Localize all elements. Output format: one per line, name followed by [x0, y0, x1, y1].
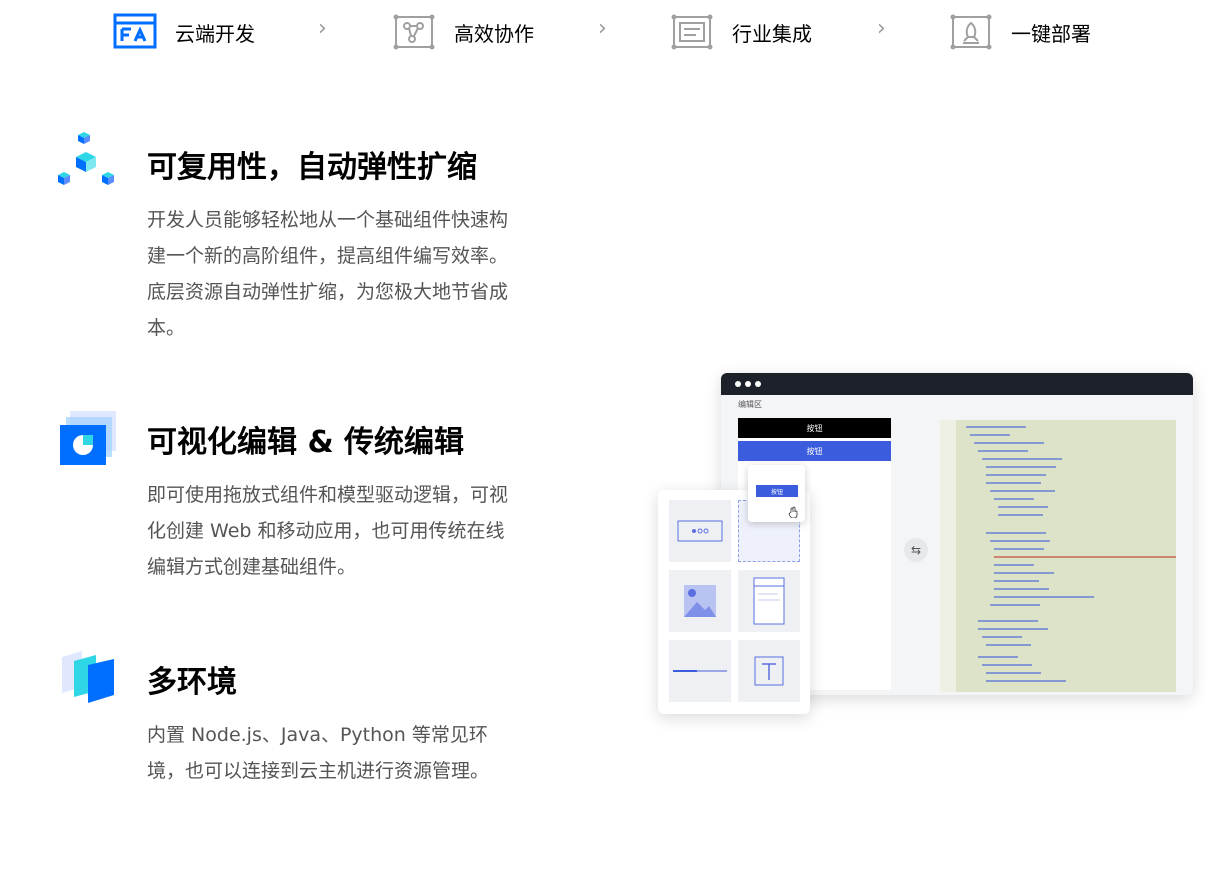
code-line — [986, 680, 1066, 682]
window-titlebar — [721, 373, 1193, 395]
swap-icon[interactable]: ⇆ — [904, 538, 928, 562]
code-line — [986, 532, 1046, 534]
code-line — [982, 458, 1062, 460]
code-line — [986, 466, 1056, 468]
chevron-right-icon: › — [598, 16, 607, 41]
hand-cursor-icon — [788, 506, 798, 518]
deploy-icon — [949, 12, 993, 52]
chevron-right-icon: › — [877, 16, 886, 41]
code-line — [998, 506, 1048, 508]
dragging-button[interactable]: 按钮 — [756, 485, 798, 497]
step-label: 高效协作 — [454, 21, 534, 46]
code-line — [970, 434, 1010, 436]
code-line — [986, 474, 1046, 476]
step-label: 行业集成 — [732, 21, 812, 46]
code-line — [982, 664, 1032, 666]
code-line — [994, 580, 1039, 582]
step-label: 云端开发 — [175, 21, 255, 46]
step-integration[interactable]: 行业集成 — [670, 12, 812, 52]
code-line — [990, 540, 1050, 542]
step-collab[interactable]: 高效协作 — [392, 12, 534, 52]
code-line — [978, 628, 1048, 630]
step-cloud-dev[interactable]: 云端开发 — [113, 12, 255, 52]
image-icon — [684, 585, 716, 617]
edit-area-label: 编辑区 — [738, 400, 762, 409]
window-dot-icon — [735, 381, 741, 387]
chevron-right-icon: › — [318, 16, 327, 41]
line-gutter — [940, 420, 956, 692]
carousel-icon — [677, 520, 723, 542]
code-line — [990, 604, 1040, 606]
window-dot-icon — [755, 381, 761, 387]
code-line — [978, 620, 1038, 622]
code-line — [994, 548, 1044, 550]
feature-description: 即可使用拖放式组件和模型驱动逻辑，可视化创建 Web 和移动应用，也可用传统在线… — [147, 484, 509, 578]
step-label: 一键部署 — [1011, 21, 1091, 46]
feature-description: 内置 Node.js、Java、Python 等常见环境，也可以连接到云主机进行… — [147, 724, 490, 782]
feature-title: 可视化编辑 & 传统编辑 — [147, 425, 465, 460]
code-line — [990, 490, 1055, 492]
feature-title: 可复用性，自动弹性扩缩 — [147, 150, 477, 185]
collab-icon — [392, 12, 436, 52]
editor-illustration: 编辑区 按钮 按钮 ⇆ 按钮 — [650, 370, 1200, 720]
code-line — [994, 572, 1054, 574]
cubes-icon — [56, 130, 120, 194]
code-line — [986, 482, 1041, 484]
text-icon — [754, 656, 784, 686]
code-line — [994, 596, 1094, 598]
code-line — [974, 442, 1044, 444]
canvas-button-black[interactable]: 按钮 — [738, 418, 891, 438]
integration-icon — [670, 12, 714, 52]
canvas-button-blue[interactable]: 按钮 — [738, 441, 891, 461]
feature-description: 开发人员能够轻松地从一个基础组件快速构建一个新的高阶组件，提高组件编写效率。底层… — [147, 209, 509, 339]
code-line — [986, 672, 1041, 674]
code-line — [994, 564, 1034, 566]
visual-editor-icon — [56, 405, 120, 469]
palette-item-divider[interactable] — [669, 640, 731, 702]
window-dot-icon — [745, 381, 751, 387]
step-nav: 云端开发 › 高效协作 › 行业集成 › 一键部署 — [0, 0, 1207, 64]
divider-icon — [673, 670, 727, 672]
code-line — [978, 656, 1018, 658]
palette-item-carousel[interactable] — [669, 500, 731, 562]
cloud-dev-icon — [113, 12, 157, 52]
palette-item-page[interactable] — [738, 570, 800, 632]
palette-item-image[interactable] — [669, 570, 731, 632]
component-palette — [658, 490, 810, 714]
feature-reusability: 可复用性，自动弹性扩缩 开发人员能够轻松地从一个基础组件快速构建一个新的高阶组件… — [56, 130, 526, 350]
palette-item-text[interactable] — [738, 640, 800, 702]
code-line-url — [994, 556, 1176, 558]
code-line — [966, 426, 1026, 428]
code-line — [982, 636, 1022, 638]
layers-icon — [56, 645, 120, 709]
code-line — [978, 450, 1028, 452]
code-line — [986, 644, 1031, 646]
feature-multi-env: 多环境 内置 Node.js、Java、Python 等常见环境，也可以连接到云… — [56, 645, 526, 835]
code-line — [994, 498, 1034, 500]
code-panel — [940, 420, 1176, 692]
feature-visual-editing: 可视化编辑 & 传统编辑 即可使用拖放式组件和模型驱动逻辑，可视化创建 Web … — [56, 405, 526, 595]
code-line — [994, 588, 1049, 590]
code-line — [998, 514, 1043, 516]
page-icon — [753, 577, 785, 625]
feature-title: 多环境 — [147, 665, 237, 700]
step-deploy[interactable]: 一键部署 — [949, 12, 1091, 52]
drag-popup: 按钮 — [748, 465, 805, 522]
